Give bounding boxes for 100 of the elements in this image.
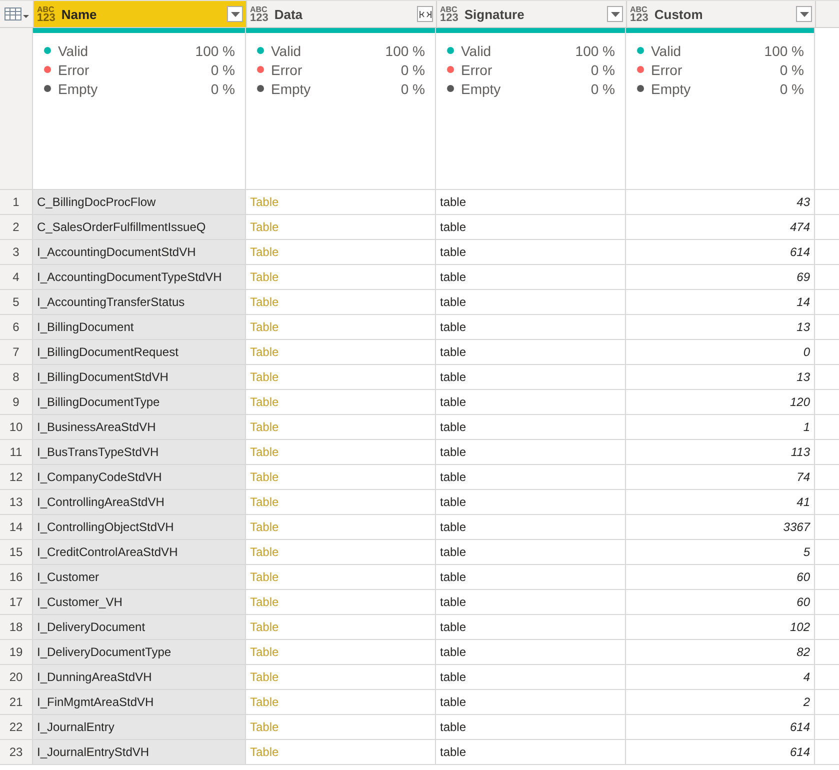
table-cell: I_JournalEntry <box>37 720 114 734</box>
table-cell: table <box>440 395 466 409</box>
row-number: 3 <box>12 245 20 259</box>
table-cell: I_ControllingObjectStdVH <box>37 520 174 534</box>
quality-value: 0 % <box>590 80 615 96</box>
quality-label: Valid <box>58 42 90 58</box>
quality-value: 100 % <box>764 42 804 58</box>
table-link[interactable]: Table <box>250 420 279 434</box>
quality-label: Empty <box>461 80 502 96</box>
table-link[interactable]: Table <box>250 570 279 584</box>
quality-label: Valid <box>461 42 492 58</box>
table-cell: 41 <box>796 495 810 509</box>
dropdown-button[interactable] <box>607 6 623 22</box>
quality-value: 0 % <box>210 80 235 96</box>
table-link[interactable]: Table <box>250 545 279 559</box>
table-link[interactable]: Table <box>250 220 279 234</box>
table-cell: 3367 <box>783 520 810 534</box>
table-cell: I_BillingDocumentStdVH <box>37 370 168 384</box>
quality-value: 0 % <box>590 62 615 78</box>
row-number: 6 <box>12 320 20 334</box>
row-number: 8 <box>12 370 20 384</box>
dropdown-button[interactable] <box>227 6 243 22</box>
table-link[interactable]: Table <box>250 470 279 484</box>
dropdown-button[interactable] <box>796 6 812 22</box>
table-link[interactable]: Table <box>250 245 279 259</box>
table-link[interactable]: Table <box>250 370 279 384</box>
table-link[interactable]: Table <box>250 270 279 284</box>
table-cell: table <box>440 320 466 334</box>
table-cell: table <box>440 445 466 459</box>
quality-label: Error <box>58 62 90 78</box>
row-number: 16 <box>9 570 23 584</box>
table-cell: table <box>440 220 466 234</box>
table-cell: I_BillingDocumentType <box>37 395 160 409</box>
expand-button[interactable] <box>417 6 433 22</box>
row-number: 22 <box>9 720 23 734</box>
table-cell: 13 <box>796 370 810 384</box>
table-cell: table <box>440 520 466 534</box>
row-number: 10 <box>9 420 23 434</box>
table-cell: table <box>440 545 466 559</box>
table-cell: C_SalesOrderFulfillmentIssueQ <box>37 220 206 234</box>
table-cell: 120 <box>790 395 810 409</box>
table-link[interactable]: Table <box>250 320 279 334</box>
row-number: 7 <box>12 345 20 359</box>
quality-label: Valid <box>651 42 682 58</box>
table-cell: table <box>440 720 466 734</box>
table-cell: I_DunningAreaStdVH <box>37 670 152 684</box>
quality-value: 0 % <box>780 62 804 78</box>
quality-value: 100 % <box>195 42 235 58</box>
quality-value: 0 % <box>400 62 425 78</box>
table-cell: 14 <box>796 295 810 309</box>
row-number: 21 <box>9 695 23 709</box>
table-cell: table <box>440 670 466 684</box>
row-number: 2 <box>12 220 20 234</box>
row-number: 23 <box>9 745 23 759</box>
type-icon: ABC 123 <box>440 5 458 23</box>
table-link[interactable]: Table <box>250 445 279 459</box>
quality-label: Valid <box>271 42 302 58</box>
table-link[interactable]: Table <box>250 595 279 609</box>
table-cell: 74 <box>796 470 810 484</box>
table-link[interactable]: Table <box>250 720 279 734</box>
quality-label: Error <box>271 62 304 78</box>
table-cell: I_DeliveryDocument <box>37 620 146 634</box>
table-cell: 614 <box>790 745 810 759</box>
table-link[interactable]: Table <box>250 195 279 209</box>
table-cell: 474 <box>790 220 810 234</box>
row-number: 5 <box>12 295 20 309</box>
row-number: 13 <box>9 495 23 509</box>
table-link[interactable]: Table <box>250 745 279 759</box>
table-link[interactable]: Table <box>250 520 279 534</box>
row-number: 11 <box>10 445 22 459</box>
table-cell: I_DeliveryDocumentType <box>37 645 172 659</box>
table-cell: table <box>440 620 466 634</box>
table-link[interactable]: Table <box>250 695 279 709</box>
table-link[interactable]: Table <box>250 295 279 309</box>
table-cell: table <box>440 195 466 209</box>
row-number: 14 <box>9 520 23 534</box>
table-cell: table <box>440 745 466 759</box>
caret-icon <box>230 12 240 16</box>
type-icon: ABC 123 <box>250 5 268 23</box>
table-cell: C_BillingDocProcFlow <box>37 195 156 209</box>
table-link[interactable]: Table <box>250 345 279 359</box>
table-link[interactable]: Table <box>250 670 279 684</box>
table-cell: I_BillingDocumentRequest <box>37 345 178 359</box>
table-cell: I_BillingDocument <box>37 320 134 334</box>
table-cell: 2 <box>803 695 810 709</box>
table-cell: table <box>440 345 466 359</box>
quality-value: 0 % <box>780 80 804 96</box>
table-link[interactable]: Table <box>250 495 279 509</box>
table-cell: I_Customer <box>37 570 100 584</box>
table-link[interactable]: Table <box>250 395 279 409</box>
table-cell: I_ControllingAreaStdVH <box>37 495 164 509</box>
table-cell: 60 <box>796 570 810 584</box>
table-link[interactable]: Table <box>250 645 279 659</box>
table-cell: I_Customer_VH <box>37 595 122 609</box>
table-link[interactable]: Table <box>250 620 279 634</box>
table-cell: table <box>440 270 466 284</box>
quality-value: 0 % <box>400 80 425 96</box>
table-menu-icon[interactable] <box>4 7 30 21</box>
quality-label: Empty <box>58 80 99 96</box>
table-cell: 1 <box>803 420 810 434</box>
